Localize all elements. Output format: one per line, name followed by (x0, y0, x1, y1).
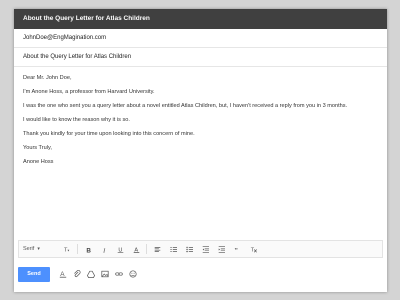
insert-link-icon[interactable] (112, 267, 126, 281)
svg-text:": " (234, 246, 238, 253)
body-line: Thank you kindly for your time upon look… (23, 131, 195, 137)
svg-text:▾: ▾ (67, 248, 69, 252)
numbered-list-icon[interactable] (165, 242, 181, 256)
bold-icon[interactable]: B (80, 242, 96, 256)
insert-photo-icon[interactable] (98, 267, 112, 281)
message-body[interactable]: Dear Mr. John Doe, I'm Anone Hoss, a pro… (14, 67, 387, 166)
to-field[interactable]: JohnDoe@EngMagination.com (14, 29, 387, 48)
body-line: I'm Anone Hoss, a professor from Harvard… (23, 89, 155, 95)
attach-icon[interactable] (70, 267, 84, 281)
svg-text:I: I (102, 247, 106, 253)
remove-formatting-icon[interactable]: T (245, 242, 261, 256)
indent-more-icon[interactable] (213, 242, 229, 256)
indent-less-icon[interactable] (197, 242, 213, 256)
quote-icon[interactable]: " (229, 242, 245, 256)
toolbar-divider (77, 244, 78, 254)
body-line: Yours Truly, (23, 145, 52, 151)
body-line: I would like to know the reason why it i… (23, 117, 130, 123)
body-line: Dear Mr. John Doe, (23, 75, 72, 81)
formatting-options-icon[interactable]: A (56, 267, 70, 281)
font-family-label: Serif (23, 246, 35, 252)
underline-icon[interactable]: U (112, 242, 128, 256)
body-line: I was the one who sent you a query lette… (23, 103, 348, 109)
font-size-icon[interactable]: T ▾ (59, 242, 75, 256)
toolbar-divider (146, 244, 147, 254)
align-icon[interactable] (149, 242, 165, 256)
window-title: About the Query Letter for Atlas Childre… (14, 9, 387, 29)
compose-window: About the Query Letter for Atlas Childre… (14, 9, 387, 292)
send-button[interactable]: Send (18, 266, 50, 282)
subject-field[interactable]: About the Query Letter for Atlas Childre… (14, 48, 387, 67)
font-family-select[interactable]: Serif ▾ (19, 242, 59, 256)
italic-icon[interactable]: I (96, 242, 112, 256)
compose-bottom-toolbar: Send A (18, 262, 383, 286)
svg-text:U: U (118, 247, 122, 252)
text-color-icon[interactable]: A (128, 242, 144, 256)
formatting-toolbar: Serif ▾ T ▾ B I U A " T (18, 240, 383, 258)
chevron-down-icon: ▾ (37, 246, 40, 252)
body-line: Anone Hoss (23, 159, 54, 165)
svg-text:B: B (86, 247, 91, 253)
emoji-icon[interactable] (126, 267, 140, 281)
drive-icon[interactable] (84, 267, 98, 281)
bulleted-list-icon[interactable] (181, 242, 197, 256)
